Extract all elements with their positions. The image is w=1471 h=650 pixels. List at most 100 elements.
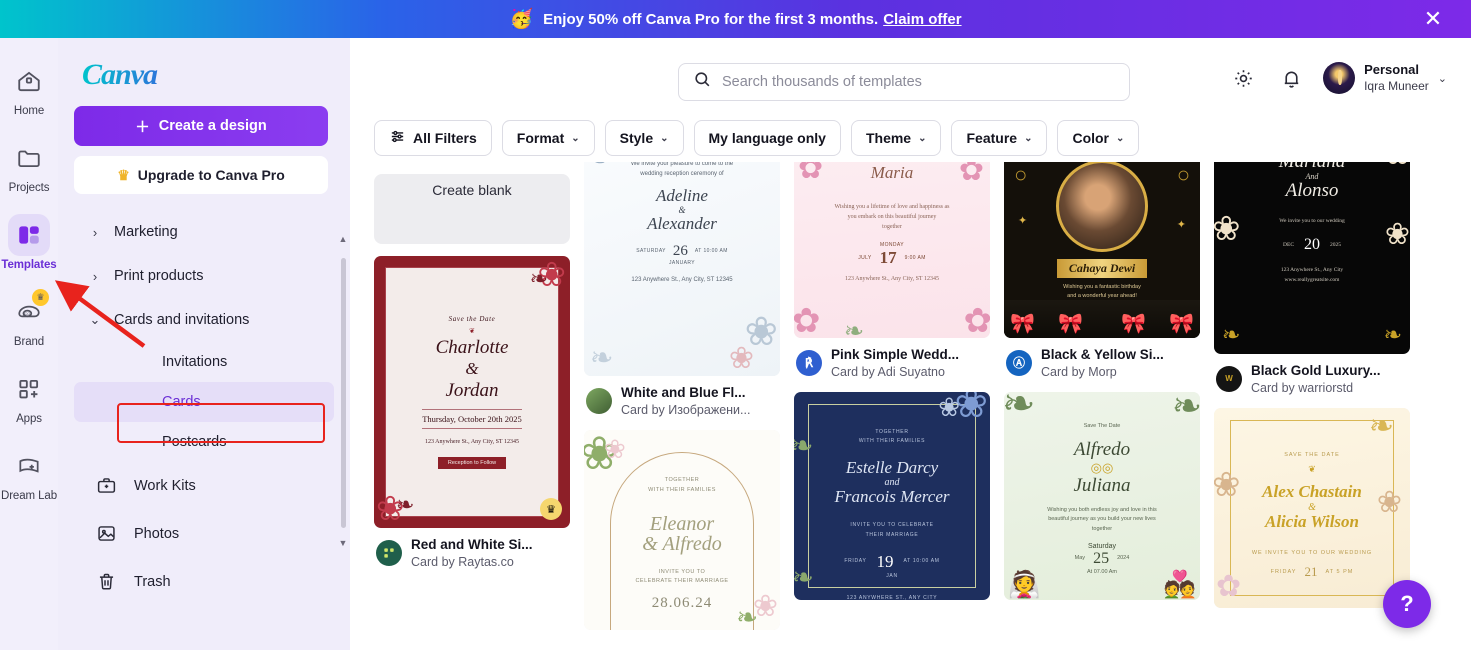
template-card-black-yellow-birthday[interactable]: Birthday Cahaya Dewi Wishing you a fanta…	[1004, 162, 1200, 380]
briefcase-icon	[96, 475, 118, 497]
claim-offer-link[interactable]: Claim offer	[883, 11, 961, 28]
card-eyebrow: Save the Date	[448, 314, 496, 323]
filter-format[interactable]: Format ⌄	[501, 120, 595, 156]
folder-icon	[8, 137, 50, 179]
card-big-number: 17	[879, 248, 897, 268]
sidebar-subitem-cards[interactable]: Cards	[74, 382, 334, 422]
card-time: At 07.00 Am	[1087, 569, 1117, 576]
apps-icon	[8, 368, 50, 410]
card-name-2: Juliana	[1073, 474, 1131, 496]
search-bar[interactable]	[678, 63, 1130, 101]
template-card-alfredo-juliana[interactable]: Save The Date Alfredo ◎◎ Juliana Wishing…	[1004, 391, 1200, 600]
template-meta: W Black Gold Luxury... Card by warriorst…	[1214, 354, 1410, 396]
rail-item-dream-lab[interactable]: Dream Lab	[0, 445, 58, 502]
card-year: 2024	[1117, 555, 1130, 562]
chevron-down-icon: ⌄	[1437, 72, 1447, 85]
canva-logo[interactable]: Canva	[82, 58, 334, 92]
card-line-2: wedding reception ceremony of	[640, 170, 724, 177]
party-face-icon: 🥳	[509, 8, 534, 30]
card-big-number: 20	[1304, 236, 1320, 254]
account-menu[interactable]: Personal Iqra Muneer ⌄	[1323, 62, 1447, 94]
filter-my-language-only[interactable]: My language only	[693, 120, 841, 156]
filter-theme[interactable]: Theme ⌄	[850, 120, 942, 156]
rail-label-templates: Templates	[1, 259, 57, 271]
close-icon[interactable]: ✕	[1421, 7, 1445, 31]
card-month: JANUARY	[668, 259, 696, 266]
rail-label-apps: Apps	[16, 413, 42, 425]
template-card-white-and-blue[interactable]: Wedding Invitation We invite your pleasu…	[584, 162, 780, 418]
author-avatar-initial: Ⓐ	[1012, 356, 1025, 371]
chevron-down-icon: ⌄	[571, 132, 580, 144]
template-thumbnail: TOGETHER WITH THEIR FAMILIES Estelle Dar…	[794, 391, 990, 600]
sidebar-scrollbar[interactable]	[341, 258, 346, 528]
create-blank-tile[interactable]: Create blank	[374, 174, 570, 244]
create-a-design-button[interactable]: ＋ Create a design	[74, 106, 328, 146]
main-topbar: Personal Iqra Muneer ⌄	[352, 48, 1463, 114]
author-avatar: ℟	[796, 349, 822, 376]
upgrade-to-canva-pro-button[interactable]: ♛ Upgrade to Canva Pro	[74, 156, 328, 194]
author-avatar	[586, 387, 612, 414]
sidebar-item-marketing[interactable]: › Marketing	[74, 210, 334, 254]
card-website: www.reallygreatsite.com	[1284, 276, 1340, 283]
search-input[interactable]	[722, 74, 1115, 90]
sidebar-label-work-kits: Work Kits	[134, 478, 196, 494]
sidebar-item-work-kits[interactable]: Work Kits	[74, 462, 334, 510]
chevron-right-icon: ›	[92, 224, 98, 240]
card-name-1: Mariana	[1279, 162, 1346, 172]
template-title: Pink Simple Wedd...	[831, 347, 960, 362]
bell-icon[interactable]	[1275, 62, 1307, 94]
rail-label-home: Home	[13, 105, 45, 117]
rail-item-templates[interactable]: Templates	[0, 214, 58, 271]
grid-column-1: Create blank Save the Date ❦ Charlotte &…	[374, 162, 570, 630]
scroll-up-icon[interactable]: ▲	[338, 234, 348, 244]
sidebar-item-print-products[interactable]: › Print products	[74, 254, 334, 298]
sidebar-subitem-postcards[interactable]: Postcards	[74, 422, 334, 462]
create-design-label: Create a design	[158, 118, 267, 134]
card-photo	[1056, 162, 1148, 252]
sidebar-subitem-invitations[interactable]: Invitations	[74, 342, 334, 382]
card-eyebrow: Save The Date	[1083, 422, 1121, 429]
author-avatar-initial: ℟	[804, 355, 814, 370]
filter-feature[interactable]: Feature ⌄	[951, 120, 1048, 156]
author-avatar: Ⓐ	[1006, 349, 1032, 376]
filter-style[interactable]: Style ⌄	[604, 120, 684, 156]
template-card-pink-simple-wedding[interactable]: Daniel & Maria Wishing you a lifetime of…	[794, 162, 990, 380]
home-icon	[8, 60, 50, 102]
template-grid: Create blank Save the Date ❦ Charlotte &…	[352, 162, 1463, 648]
template-card-eleanor-alfredo[interactable]: TOGETHER WITH THEIR FAMILIES Eleanor & A…	[584, 429, 780, 630]
help-button[interactable]: ?	[1383, 580, 1431, 628]
rail-item-apps[interactable]: Apps	[0, 368, 58, 425]
avatar	[1323, 62, 1356, 94]
filter-color[interactable]: Color ⌄	[1057, 120, 1140, 156]
sidebar-item-photos[interactable]: Photos	[74, 510, 334, 558]
card-name-2: Maria	[870, 163, 914, 183]
filter-label-feature: Feature	[966, 130, 1018, 146]
rail-item-home[interactable]: Home	[0, 60, 58, 117]
rings-icon: ◎◎	[1090, 459, 1114, 475]
sidebar-item-cards-and-invitations[interactable]: ⌄ Cards and invitations	[74, 298, 334, 342]
card-address: 123 Anywhere St., Any City	[1280, 267, 1344, 274]
template-meta: Ⓐ Black & Yellow Si... Card by Morp	[1004, 338, 1200, 380]
filter-bar: All Filters Format ⌄ Style ⌄ My language…	[352, 114, 1463, 162]
scroll-down-icon[interactable]: ▼	[338, 538, 348, 548]
gear-icon[interactable]	[1227, 62, 1259, 94]
template-card-alex-alicia[interactable]: SAVE THE DATE ❦ Alex Chastain & Alicia W…	[1214, 407, 1410, 608]
crown-icon: ♛	[117, 166, 130, 183]
chevron-down-icon: ⌄	[660, 132, 669, 144]
sidebar-item-trash[interactable]: Trash	[74, 558, 334, 606]
rail-item-projects[interactable]: Projects	[0, 137, 58, 194]
card-day: SATURDAY	[636, 248, 666, 255]
card-address: 123 Anywhere St., Any City, ST 12345	[424, 439, 519, 446]
trash-icon	[96, 571, 118, 593]
filter-all-filters[interactable]: All Filters	[374, 120, 492, 156]
sidebar-label-cards-and-invitations: Cards and invitations	[114, 312, 250, 328]
template-card-red-and-white[interactable]: Save the Date ❦ Charlotte & Jordan Thurs…	[374, 256, 570, 570]
dream-lab-icon	[8, 445, 50, 487]
rail-item-brand[interactable]: CO ♛ Brand	[0, 289, 58, 348]
template-card-black-gold-luxury[interactable]: Mariana And Alonso We invite you to our …	[1214, 162, 1410, 396]
template-thumbnail: Birthday Cahaya Dewi Wishing you a fanta…	[1004, 162, 1200, 338]
card-line-1: Wishing you a fantastic birthday	[1063, 284, 1141, 290]
search-icon	[693, 70, 712, 94]
card-date: Thursday, October 20th 2025	[422, 409, 522, 430]
template-card-estelle-francois[interactable]: TOGETHER WITH THEIR FAMILIES Estelle Dar…	[794, 391, 990, 600]
